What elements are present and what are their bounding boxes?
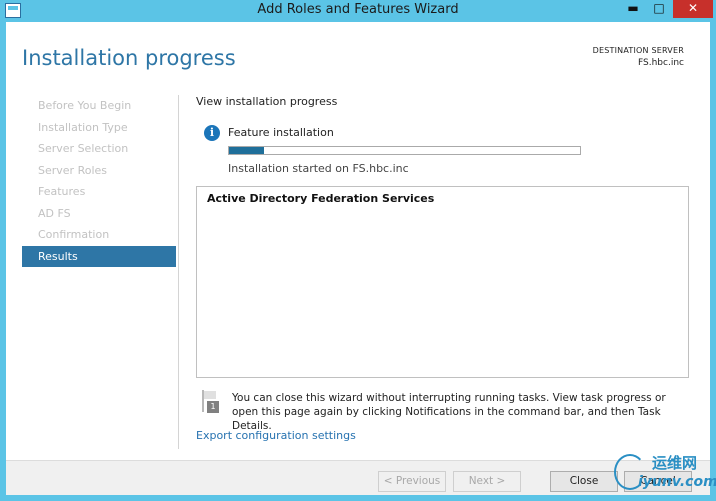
nav-item-ad-fs: AD FS (38, 206, 71, 220)
results-list-item: Active Directory Federation Services (207, 192, 435, 205)
page-title: Installation progress (22, 46, 236, 70)
progress-bar-fill (229, 147, 265, 154)
minimize-button[interactable]: ▬ (621, 0, 645, 18)
feature-installation-label: Feature installation (228, 126, 334, 139)
export-configuration-link[interactable]: Export configuration settings (196, 429, 356, 442)
nav-item-server-roles: Server Roles (38, 163, 108, 177)
destination-server-value: FS.hbc.inc (638, 58, 684, 68)
nav-item-server-selection: Server Selection (38, 142, 129, 155)
next-button[interactable]: Next > (453, 471, 521, 492)
wizard-footer: < Previous Next > Close Cancel (6, 460, 710, 495)
installation-started-text: Installation started on FS.hbc.inc (228, 162, 409, 175)
wizard-window: Installation progress DESTINATION SERVER… (6, 22, 710, 495)
installation-progress-bar (228, 146, 581, 155)
nav-item-confirmation: Confirmation (38, 228, 110, 241)
nav-item-results[interactable]: Results (22, 245, 176, 267)
window-title: Add Roles and Features Wizard (257, 2, 459, 17)
previous-button[interactable]: < Previous (378, 471, 446, 492)
destination-server-label: DESTINATION SERVER (592, 46, 684, 55)
section-heading: View installation progress (196, 95, 338, 108)
watermark-cn-text: 运维网 (652, 454, 698, 472)
wizard-nav: Before You Begin Installation Type Serve… (22, 95, 176, 267)
results-list: Active Directory Federation Services (196, 186, 689, 378)
notification-count-badge: 1 (207, 401, 219, 413)
site-watermark: 运维网 iyunv.com (612, 450, 716, 496)
notification-flag-icon: 1 (200, 390, 220, 414)
close-button[interactable]: Close (550, 471, 618, 492)
watermark-en-text: iyunv.com (638, 474, 716, 490)
nav-item-installation-type: Installation Type (38, 120, 128, 134)
title-bar: Add Roles and Features Wizard ▬ □ ✕ (0, 0, 716, 22)
info-icon: i (204, 125, 220, 141)
notice-text: You can close this wizard without interr… (232, 392, 666, 432)
nav-divider (178, 95, 179, 449)
nav-item-features: Features (38, 185, 86, 198)
maximize-button[interactable]: □ (647, 0, 671, 18)
nav-item-before-you-begin: Before You Begin (38, 99, 132, 112)
close-window-button[interactable]: ✕ (673, 0, 713, 18)
